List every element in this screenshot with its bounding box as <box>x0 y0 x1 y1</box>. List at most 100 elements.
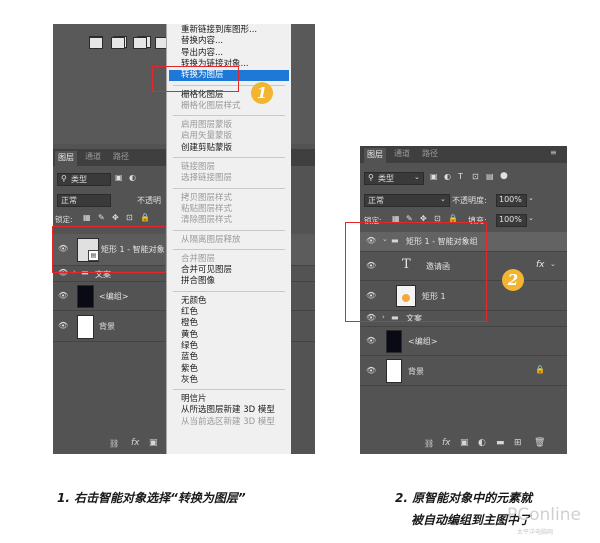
menu-item[interactable]: 拼合图像 <box>181 276 215 286</box>
opacity-value: 100% <box>499 195 522 204</box>
blend-mode-select[interactable]: 正常 ⌄ <box>364 194 450 207</box>
layer-row-group[interactable]: 👁 <编组> <box>360 327 567 356</box>
panel-menu-icon[interactable]: ≡ <box>550 148 557 157</box>
group-thumbnail <box>386 330 402 353</box>
menu-item[interactable]: 导出内容... <box>181 48 223 58</box>
menu-item[interactable]: 从所选图层新建 3D 模型 <box>181 405 275 415</box>
menu-item[interactable]: 绿色 <box>181 341 198 351</box>
layers-bottom-bar: ⛓ fx ▣ ◐ ▬ ⊞ 🗑 <box>360 436 567 454</box>
tab-layers[interactable]: 图层 <box>55 151 77 166</box>
background-thumbnail <box>77 315 94 339</box>
menu-item[interactable]: 合并图层 <box>181 254 215 264</box>
menu-item[interactable]: 创建剪贴蒙版 <box>181 143 232 153</box>
menu-item[interactable]: 合并可见图层 <box>181 265 232 275</box>
blend-mode-select[interactable]: 正常 <box>57 194 111 207</box>
menu-separator <box>173 389 285 391</box>
visibility-eye-icon[interactable]: 👁 <box>366 336 376 345</box>
new-group-icon[interactable]: ▬ <box>496 438 505 448</box>
visibility-eye-icon[interactable]: 👁 <box>58 321 68 330</box>
filter-smart-icon[interactable]: ▤ <box>486 172 494 181</box>
chevron-down-icon[interactable]: ⌄ <box>550 260 556 268</box>
chevron-down-icon[interactable]: ⌄ <box>528 214 534 222</box>
watermark-logo: PConline <box>507 505 581 525</box>
fill-input[interactable]: 100% <box>496 214 527 227</box>
filter-type-icon[interactable]: T <box>458 172 463 181</box>
lock-artboard-icon[interactable]: ⊡ <box>126 213 133 222</box>
tab-paths[interactable]: 路径 <box>422 148 438 159</box>
fx-icon[interactable]: fx <box>131 438 140 448</box>
layer-row-background[interactable]: 👁 背景 🔒 <box>360 356 567 386</box>
layer-name: <编组> <box>408 337 438 346</box>
chevron-down-icon[interactable]: ⌄ <box>528 194 534 202</box>
link-layers-icon[interactable]: ⛓ <box>424 439 434 448</box>
menu-item[interactable]: 替换内容... <box>181 36 223 46</box>
lock-pixels-icon[interactable]: ▦ <box>83 213 91 222</box>
blend-mode-value: 正常 <box>368 196 384 205</box>
lock-all-icon[interactable]: 🔒 <box>140 213 150 222</box>
search-icon: ⚲ <box>368 173 374 182</box>
menu-separator <box>173 248 285 250</box>
menu-item[interactable]: 明信片 <box>181 394 207 404</box>
visibility-eye-icon[interactable]: 👁 <box>366 366 376 375</box>
menu-item[interactable]: 启用图层蒙版 <box>181 120 232 130</box>
add-mask-icon[interactable]: ▣ <box>149 438 158 448</box>
new-layer-icon[interactable]: ⊞ <box>514 438 522 448</box>
menu-item[interactable]: 橙色 <box>181 318 198 328</box>
filter-adjust-icon[interactable]: ◐ <box>129 173 136 182</box>
menu-item[interactable]: 从当前选区新建 3D 模型 <box>181 417 275 427</box>
menu-item[interactable]: 红色 <box>181 307 198 317</box>
menu-separator <box>173 187 285 189</box>
filter-shape-icon[interactable]: ⊡ <box>472 172 479 181</box>
filter-adjust-icon[interactable]: ◐ <box>444 172 451 181</box>
delete-layer-icon[interactable]: 🗑 <box>534 438 545 448</box>
menu-item[interactable]: 紫色 <box>181 364 198 374</box>
opacity-input[interactable]: 100% <box>496 194 527 207</box>
menu-item[interactable]: 无颜色 <box>181 296 207 306</box>
chevron-down-icon: ⌄ <box>440 195 446 203</box>
blend-mode-value: 正常 <box>61 196 77 205</box>
tab-channels[interactable]: 通道 <box>85 151 101 162</box>
watermark-subtitle: 太平洋电脑网 <box>517 529 554 536</box>
swatch[interactable] <box>89 37 103 49</box>
menu-separator <box>173 157 285 158</box>
opacity-label: 不透明度: <box>452 196 487 205</box>
swatch-row <box>67 37 169 49</box>
add-mask-icon[interactable]: ▣ <box>460 438 469 448</box>
tab-paths[interactable]: 路径 <box>113 151 129 162</box>
menu-item[interactable]: 清除图层样式 <box>181 215 232 225</box>
lock-icon: 🔒 <box>535 365 545 374</box>
filter-pixel-icon[interactable]: ▣ <box>430 172 438 181</box>
swatch[interactable] <box>111 37 125 49</box>
step-badge-1: 1 <box>251 82 273 104</box>
layer-name: <编组> <box>99 292 129 301</box>
swatch[interactable] <box>133 37 147 49</box>
lock-paint-icon[interactable]: ✎ <box>98 213 105 222</box>
link-layers-icon[interactable]: ⛓ <box>109 439 119 448</box>
adjustment-layer-icon[interactable]: ◐ <box>478 438 486 448</box>
tab-channels[interactable]: 通道 <box>394 148 410 159</box>
filter-kind-select[interactable]: ⚲ 类型 <box>57 173 111 186</box>
visibility-eye-icon[interactable]: 👁 <box>58 291 68 300</box>
layer-name: 背景 <box>99 322 115 331</box>
layer-effects-fx[interactable]: fx <box>536 260 545 270</box>
layers-panel-tabs: 图层 通道 路径 ≡ <box>360 146 567 163</box>
tab-layers[interactable]: 图层 <box>364 148 386 163</box>
filter-kind-value: 类型 <box>71 175 87 184</box>
filter-pixel-icon[interactable]: ▣ <box>115 173 123 182</box>
lock-position-icon[interactable]: ✥ <box>112 213 119 222</box>
menu-item[interactable]: 栅格化图层样式 <box>181 101 241 111</box>
menu-item[interactable]: 从隔离图层释放 <box>181 235 241 245</box>
fx-icon[interactable]: fx <box>442 438 451 448</box>
menu-item[interactable]: 拷贝图层样式 <box>181 193 232 203</box>
menu-item[interactable]: 链接图层 <box>181 162 215 172</box>
filter-toggle-icon[interactable]: ● <box>500 171 508 181</box>
menu-item[interactable]: 启用矢量蒙版 <box>181 131 232 141</box>
fill-value: 100% <box>499 215 522 224</box>
menu-item[interactable]: 粘贴图层样式 <box>181 204 232 214</box>
menu-item[interactable]: 灰色 <box>181 375 198 385</box>
menu-item[interactable]: 蓝色 <box>181 352 198 362</box>
filter-kind-select[interactable]: ⚲ 类型 ⌄ <box>364 172 424 185</box>
menu-item[interactable]: 选择链接图层 <box>181 173 232 183</box>
menu-item[interactable]: 黄色 <box>181 330 198 340</box>
menu-item[interactable]: 重新链接到库图形... <box>181 25 257 35</box>
